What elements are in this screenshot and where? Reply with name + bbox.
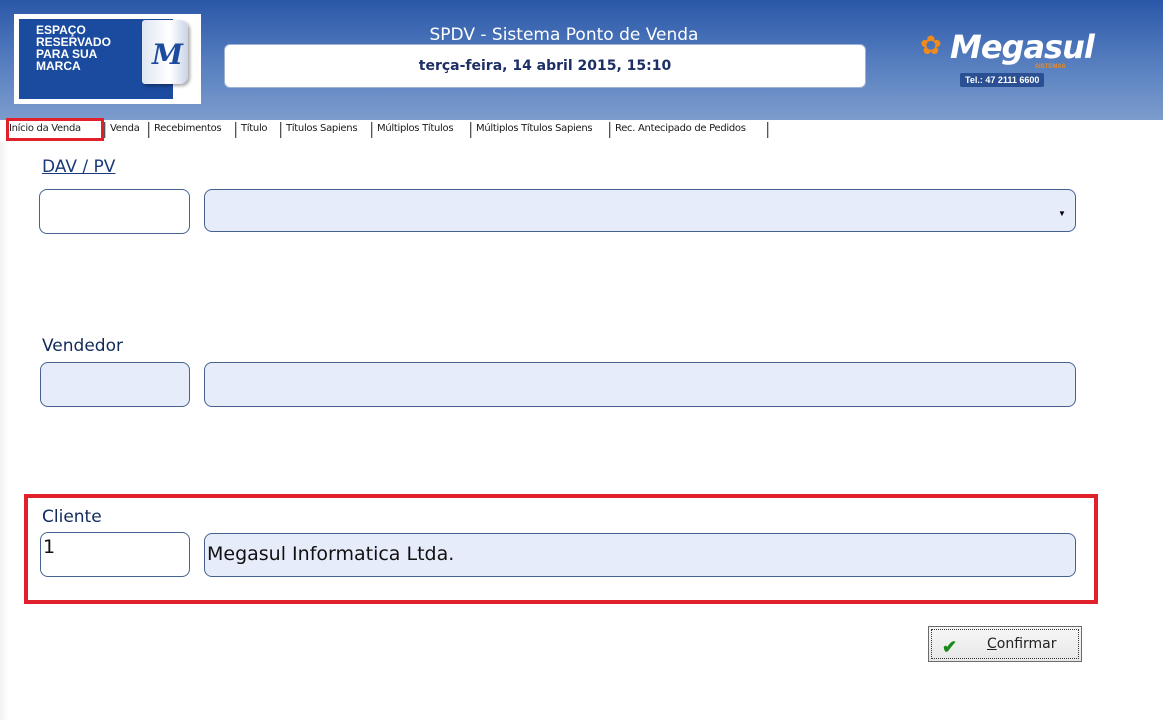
flower-icon: ✿ (920, 30, 942, 60)
tab-multiplos-titulos[interactable]: Múltiplos Títulos (377, 123, 454, 134)
vendedor-code-input[interactable] (40, 362, 190, 407)
dav-select[interactable] (204, 189, 1076, 232)
logo-name: Megasul (950, 28, 1095, 66)
vendedor-label: Vendedor (42, 336, 123, 356)
datetime-panel: terça-feira, 14 abril 2015, 15:10 (224, 44, 866, 88)
tab-rec-antecipado-pedidos[interactable]: Rec. Antecipado de Pedidos (615, 123, 746, 134)
tab-bar: Início da Venda Venda Recebimentos Títul… (0, 120, 1163, 142)
logo-subtitle: SISTEMAS (1035, 64, 1066, 70)
app-title: SPDV - Sistema Ponto de Venda (429, 25, 699, 45)
tab-venda[interactable]: Venda (110, 123, 140, 134)
megasul-logo: ✿ Megasul SISTEMAS Tel.: 47 2111 6600 (915, 28, 1095, 92)
tab-highlight-marker (6, 118, 104, 141)
app-header: ESPAÇO RESERVADO PARA SUA MARCA M SPDV -… (0, 0, 1163, 120)
cliente-name-field[interactable]: Megasul Informatica Ltda. (204, 533, 1076, 577)
tab-recebimentos[interactable]: Recebimentos (154, 123, 222, 134)
confirmar-button-label: Confirmar (987, 636, 1057, 652)
check-icon: ✔ (942, 637, 958, 657)
dav-code-input[interactable] (39, 189, 190, 234)
tab-multiplos-titulos-sapiens[interactable]: Múltiplos Títulos Sapiens (476, 123, 593, 134)
cliente-label: Cliente (42, 507, 102, 527)
confirmar-button[interactable]: ✔ Confirmar (928, 626, 1082, 662)
book-icon: M (142, 20, 188, 84)
tab-titulo[interactable]: Título (241, 123, 268, 134)
brand-placeholder: ESPAÇO RESERVADO PARA SUA MARCA M (14, 14, 201, 104)
cliente-code-input[interactable]: 1 (40, 532, 190, 577)
tab-titulos-sapiens[interactable]: Títulos Sapiens (286, 123, 358, 134)
logo-phone: Tel.: 47 2111 6600 (960, 73, 1045, 87)
vendedor-name-field[interactable] (204, 362, 1076, 407)
dropdown-arrow-icon[interactable]: ▼ (1058, 209, 1066, 218)
brand-placeholder-text: ESPAÇO RESERVADO PARA SUA MARCA (36, 23, 111, 73)
dav-pv-label[interactable]: DAV / PV (42, 157, 115, 177)
datetime-text: terça-feira, 14 abril 2015, 15:10 (418, 58, 672, 74)
